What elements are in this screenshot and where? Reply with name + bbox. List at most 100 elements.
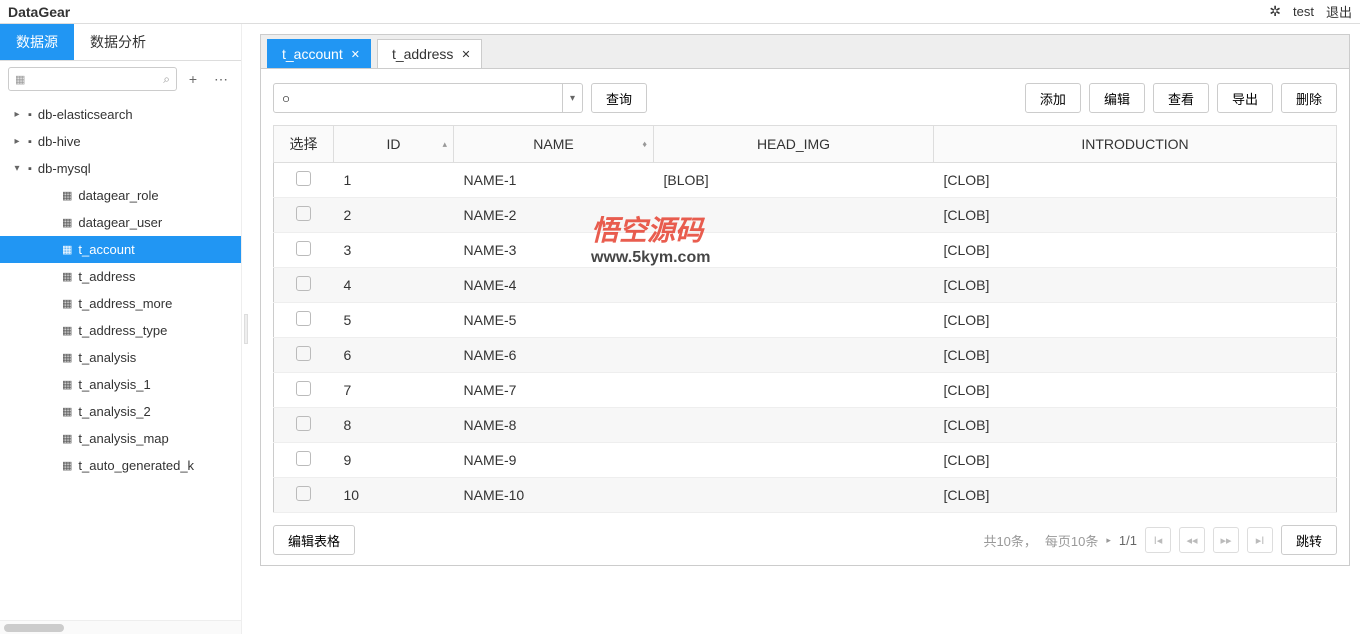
pager-jump-button[interactable]: 跳转 <box>1281 525 1337 555</box>
row-checkbox[interactable] <box>296 451 311 466</box>
add-datasource-button[interactable]: + <box>181 67 205 91</box>
close-icon[interactable]: ✕ <box>351 48 360 61</box>
folder-icon: ▪ <box>28 109 32 121</box>
action-添加[interactable]: 添加 <box>1025 83 1081 113</box>
user-label[interactable]: test <box>1293 4 1314 19</box>
cell-intro: [CLOB] <box>934 198 1337 233</box>
tree-node-datagear_role[interactable]: ▦datagear_role <box>0 182 241 209</box>
cell-head-img <box>654 373 934 408</box>
tree-toggle-icon[interactable]: ▸ <box>10 136 24 147</box>
table-icon: ▦ <box>62 189 72 202</box>
cell-id: 2 <box>334 198 454 233</box>
cell-id: 3 <box>334 233 454 268</box>
row-checkbox[interactable] <box>296 311 311 326</box>
pager-first[interactable]: I◂ <box>1145 527 1171 553</box>
chevron-right-icon: ▸ <box>1106 535 1111 546</box>
edit-grid-button[interactable]: 编辑表格 <box>273 525 355 555</box>
pager-page: 1/1 <box>1119 533 1137 548</box>
row-checkbox[interactable] <box>296 381 311 396</box>
tree-node-t_address[interactable]: ▦t_address <box>0 263 241 290</box>
tree-toggle-icon[interactable]: ▸ <box>10 109 24 120</box>
cell-intro: [CLOB] <box>934 443 1337 478</box>
cell-intro: [CLOB] <box>934 163 1337 198</box>
col-head-img[interactable]: HEAD_IMG <box>654 126 934 163</box>
tree-node-t_analysis[interactable]: ▦t_analysis <box>0 344 241 371</box>
tree-search-input[interactable]: ▦ ⌕ <box>8 67 177 91</box>
row-checkbox[interactable] <box>296 206 311 221</box>
table-row[interactable]: 2NAME-2 [CLOB] <box>274 198 1337 233</box>
table-row[interactable]: 3NAME-3 [CLOB] <box>274 233 1337 268</box>
more-datasource-button[interactable]: ⋯ <box>209 67 233 91</box>
table-row[interactable]: 8NAME-8[CLOB] <box>274 408 1337 443</box>
filter-dropdown[interactable]: ▾ <box>563 83 583 113</box>
tree-node-datagear_user[interactable]: ▦datagear_user <box>0 209 241 236</box>
query-button[interactable]: 查询 <box>591 83 647 113</box>
folder-icon: ▪ <box>28 163 32 175</box>
action-导出[interactable]: 导出 <box>1217 83 1273 113</box>
cell-id: 7 <box>334 373 454 408</box>
action-查看[interactable]: 查看 <box>1153 83 1209 113</box>
search-icon[interactable]: ⌕ <box>163 72 170 87</box>
row-checkbox[interactable] <box>296 241 311 256</box>
tab-analysis[interactable]: 数据分析 <box>74 24 162 60</box>
tree-node-t_analysis_2[interactable]: ▦ t_analysis_2 <box>0 398 241 425</box>
content-tab-t_account[interactable]: t_account ✕ <box>267 39 371 68</box>
col-introduction[interactable]: INTRODUCTION <box>934 126 1337 163</box>
cell-intro: [CLOB] <box>934 478 1337 513</box>
row-checkbox[interactable] <box>296 346 311 361</box>
tree-node-db-mysql[interactable]: ▾▪db-mysql <box>0 155 241 182</box>
table-row[interactable]: 9NAME-9[CLOB] <box>274 443 1337 478</box>
tree-node-t_auto_generated_k[interactable]: ▦t_auto_generated_k <box>0 452 241 479</box>
pager-total: 共10条， <box>983 531 1036 550</box>
pager-perpage[interactable]: 每页10条 <box>1045 531 1098 550</box>
col-name[interactable]: NAME♦ <box>454 126 654 163</box>
tree-node-db-elasticsearch[interactable]: ▸▪db-elasticsearch <box>0 101 241 128</box>
table-row[interactable]: 1NAME-1[BLOB][CLOB] <box>274 163 1337 198</box>
cell-head-img <box>654 408 934 443</box>
tree-node-t_address_more[interactable]: ▦t_address_more <box>0 290 241 317</box>
row-checkbox[interactable] <box>296 416 311 431</box>
pager-next[interactable]: ▸▸ <box>1213 527 1239 553</box>
filter-input[interactable] <box>273 83 563 113</box>
tree-node-db-hive[interactable]: ▸▪db-hive <box>0 128 241 155</box>
logout-link[interactable]: 退出 <box>1326 2 1352 21</box>
col-select[interactable]: 选择 <box>274 126 334 163</box>
cell-id: 5 <box>334 303 454 338</box>
cell-id: 1 <box>334 163 454 198</box>
table-row[interactable]: 4NAME-4[CLOB] <box>274 268 1337 303</box>
cell-head-img <box>654 443 934 478</box>
content-tab-t_address[interactable]: t_address✕ <box>377 39 482 68</box>
table-row[interactable]: 10NAME-10[CLOB] <box>274 478 1337 513</box>
tree-node-t_address_type[interactable]: ▦t_address_type <box>0 317 241 344</box>
sidebar-resize-handle[interactable] <box>242 24 250 634</box>
table-row[interactable]: 6NAME-6[CLOB] <box>274 338 1337 373</box>
row-checkbox[interactable] <box>296 276 311 291</box>
tree-node-t_analysis_map[interactable]: ▦t_analysis_map <box>0 425 241 452</box>
cell-id: 8 <box>334 408 454 443</box>
pager-last[interactable]: ▸I <box>1247 527 1273 553</box>
action-删除[interactable]: 删除 <box>1281 83 1337 113</box>
table-row[interactable]: 5NAME-5[CLOB] <box>274 303 1337 338</box>
tree-label: t_address <box>78 269 135 284</box>
close-icon[interactable]: ✕ <box>461 48 470 61</box>
horizontal-scrollbar[interactable] <box>0 620 241 634</box>
tree-node-t_account[interactable]: ▦t_account <box>0 236 241 263</box>
pager-prev[interactable]: ◂◂ <box>1179 527 1205 553</box>
cell-name: NAME-3 <box>454 233 654 268</box>
tree-toggle-icon[interactable]: ▾ <box>10 163 24 174</box>
cell-intro: [CLOB] <box>934 233 1337 268</box>
cell-name: NAME-2 <box>454 198 654 233</box>
tree-node-t_analysis_1[interactable]: ▦t_analysis_1 <box>0 371 241 398</box>
col-id[interactable]: ID▴ <box>334 126 454 163</box>
row-checkbox[interactable] <box>296 486 311 501</box>
action-编辑[interactable]: 编辑 <box>1089 83 1145 113</box>
tree-label: t_analysis_2 <box>78 404 150 419</box>
tab-label: t_account <box>282 46 343 62</box>
table-row[interactable]: 7NAME-7[CLOB] <box>274 373 1337 408</box>
row-checkbox[interactable] <box>296 171 311 186</box>
cell-intro: [CLOB] <box>934 408 1337 443</box>
table-icon: ▦ <box>62 405 72 418</box>
cell-head-img <box>654 268 934 303</box>
tab-datasource[interactable]: 数据源 <box>0 24 74 60</box>
settings-icon[interactable]: ✲ <box>1269 3 1281 20</box>
